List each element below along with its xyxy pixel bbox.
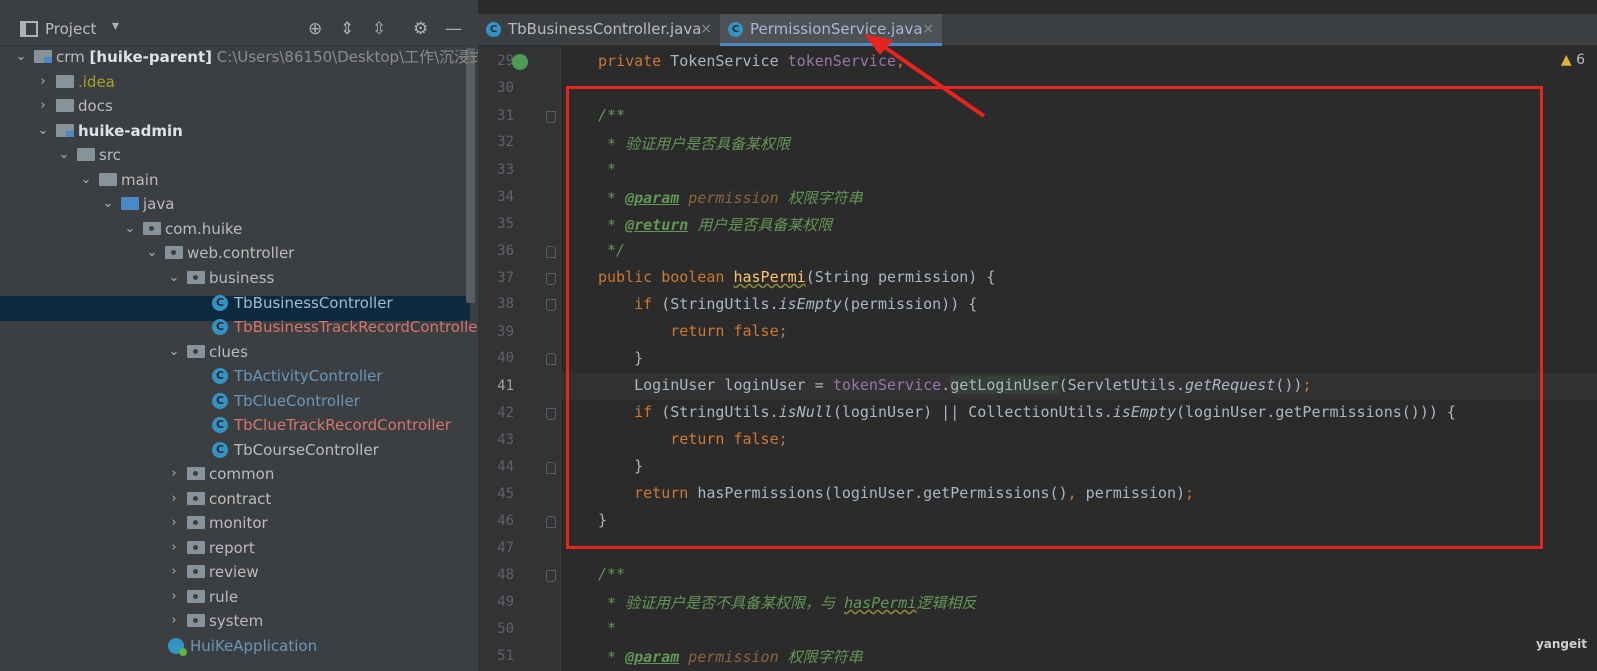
annotation-arrow xyxy=(864,34,986,118)
annotation-arrow-shaft xyxy=(878,42,986,118)
